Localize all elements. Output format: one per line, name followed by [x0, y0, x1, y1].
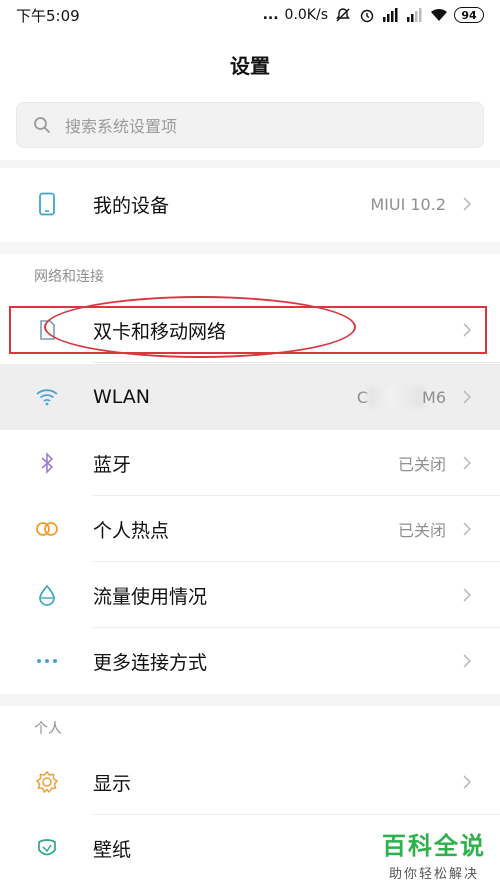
chevron-right-icon [460, 650, 474, 672]
section-header-network: 网络和连接 [34, 269, 104, 285]
miui-version: MIUI 10.2 [370, 194, 446, 214]
chevron-right-icon [460, 193, 474, 215]
sim-card-icon [34, 317, 60, 343]
search-bar[interactable]: 搜索系统设置项 [16, 102, 484, 148]
chevron-right-icon [460, 771, 474, 793]
water-drop-icon [34, 582, 60, 608]
row-label: 个人热点 [93, 519, 170, 542]
section-header-personal: 个人 [34, 721, 62, 737]
wifi-icon [34, 384, 60, 410]
more-dots-icon [34, 648, 60, 674]
row-dual-sim[interactable]: 双卡和移动网络 [0, 297, 500, 363]
bluetooth-status: 已关闭 [397, 455, 446, 474]
row-label: 更多连接方式 [93, 651, 208, 674]
status-dots: ... [262, 7, 279, 23]
signal-icon [406, 6, 424, 24]
wifi-status-icon [430, 6, 448, 24]
row-label: 双卡和移动网络 [93, 320, 227, 343]
chevron-right-icon [460, 386, 474, 408]
row-display[interactable]: 显示 [0, 749, 500, 815]
alarm-icon [358, 6, 376, 24]
network-speed: 0.0K/s [284, 7, 328, 23]
row-bluetooth[interactable]: 蓝牙 已关闭 [0, 430, 500, 496]
row-label: 我的设备 [93, 194, 170, 217]
wlan-ssid-redacted [368, 386, 424, 408]
phone-icon [34, 191, 60, 217]
row-label: WLAN [93, 386, 151, 408]
wlan-ssid-end: M6 [422, 387, 446, 407]
section-gap [0, 160, 500, 168]
hotspot-icon [34, 516, 60, 542]
row-label: 壁纸 [93, 838, 132, 861]
status-time: 下午5:09 [16, 6, 80, 25]
row-more-connections[interactable]: 更多连接方式 [0, 628, 500, 694]
status-icons: ... 0.0K/s 94 [263, 6, 484, 24]
search-icon [33, 116, 51, 134]
row-label: 流量使用情况 [93, 585, 208, 608]
chevron-right-icon [460, 518, 474, 540]
section-gap [0, 242, 500, 254]
watermark: 百科全说 助你轻松解决 [382, 826, 486, 882]
chevron-right-icon [460, 452, 474, 474]
section-gap [0, 694, 500, 706]
row-divider [93, 362, 500, 363]
wallpaper-icon [34, 835, 60, 861]
chevron-right-icon [460, 319, 474, 341]
watermark-subtitle: 助你轻松解决 [388, 867, 479, 882]
row-data-usage[interactable]: 流量使用情况 [0, 562, 500, 628]
signal-hd-icon [382, 6, 400, 24]
row-my-device[interactable]: 我的设备 MIUI 10.2 [0, 168, 500, 240]
mute-icon [334, 6, 352, 24]
sun-icon [34, 769, 60, 795]
row-label: 显示 [93, 772, 132, 795]
row-label: 蓝牙 [93, 453, 132, 476]
hotspot-status: 已关闭 [397, 521, 446, 540]
battery-indicator: 94 [454, 7, 484, 23]
bluetooth-icon [34, 450, 60, 476]
row-hotspot[interactable]: 个人热点 已关闭 [0, 496, 500, 562]
row-wlan[interactable]: WLAN C M6 [0, 364, 500, 430]
watermark-title: 百科全说 [382, 832, 486, 860]
page-title: 设置 [230, 54, 270, 78]
status-bar: 下午5:09 ... 0.0K/s 94 [0, 0, 500, 30]
wlan-ssid-start: C [356, 387, 368, 407]
search-placeholder: 搜索系统设置项 [65, 117, 178, 136]
chevron-right-icon [460, 584, 474, 606]
